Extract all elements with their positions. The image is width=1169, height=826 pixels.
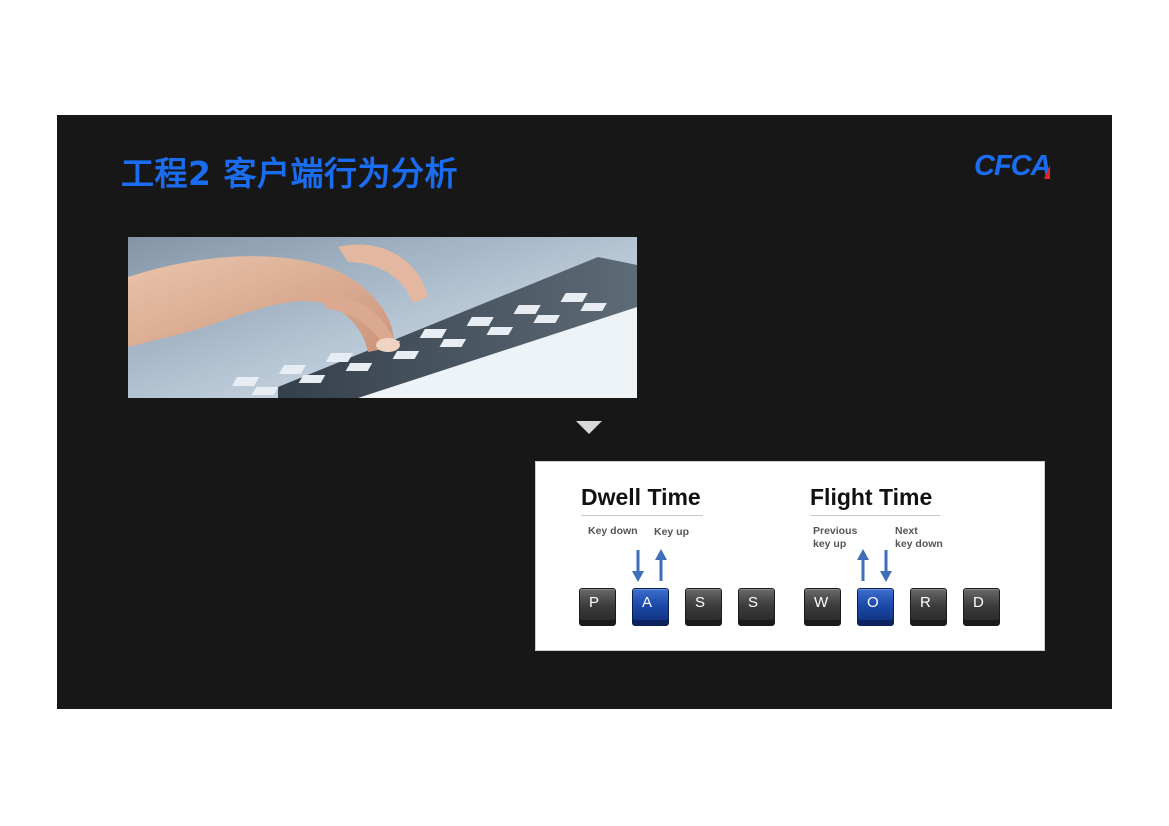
logo-a: A (1030, 150, 1052, 182)
dwell-time-underline (581, 515, 703, 516)
flight-time-heading: Flight Time (810, 484, 933, 510)
cfca-logo: CFCA (974, 150, 1052, 182)
keycap-d-7: D (963, 588, 1000, 626)
keycap-a-1: A (632, 588, 669, 626)
keyboard-photo-illustration (128, 237, 637, 398)
keycap-p-0: P (579, 588, 616, 626)
keycap-s-3: S (738, 588, 775, 626)
keystroke-timing-diagram: Dwell Time Flight Time Key down Key up P… (535, 461, 1045, 651)
keycap-s-2: S (685, 588, 722, 626)
next-label-line1: Next (895, 525, 918, 537)
arrow-down-icon (576, 421, 602, 434)
dwell-time-heading: Dwell Time (581, 484, 701, 510)
keycap-o-5: O (857, 588, 894, 626)
next-key-down-label: Next key down (895, 525, 943, 551)
slide: 工程2 客户端行为分析 CFCA Dwell Time Flight Time … (57, 115, 1112, 709)
page-title: 工程2 客户端行为分析 (121, 154, 458, 193)
flight-time-underline (810, 515, 940, 516)
keycap-w-4: W (804, 588, 841, 626)
arrow-up-keyup-icon (655, 549, 667, 581)
previous-label-line2: key up (813, 538, 847, 550)
previous-key-up-label: Previous key up (813, 525, 857, 551)
logo-text: CFC (974, 150, 1032, 182)
arrow-up-previous-keyup-icon (857, 549, 869, 581)
next-label-line2: key down (895, 538, 943, 550)
key-up-label: Key up (654, 526, 690, 538)
keyboard-typing-photo (128, 237, 637, 398)
arrow-down-next-keydown-icon (880, 550, 892, 582)
key-down-label: Key down (588, 525, 638, 537)
keycap-r-6: R (910, 588, 947, 626)
previous-label-line1: Previous (813, 525, 858, 537)
arrow-down-keydown-icon (632, 550, 644, 582)
